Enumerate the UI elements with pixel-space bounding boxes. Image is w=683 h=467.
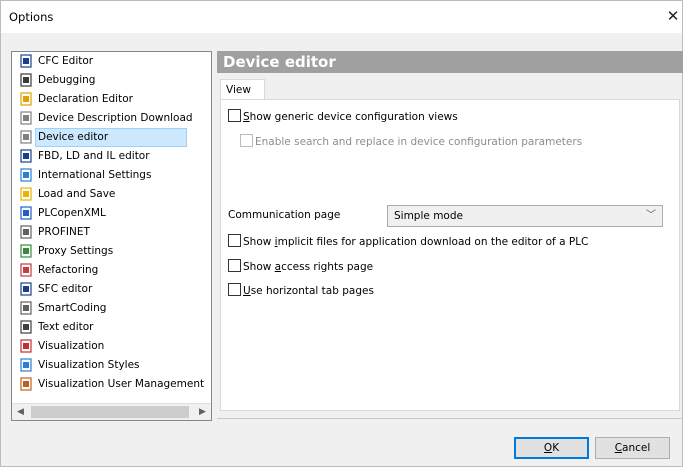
globe-icon [20, 168, 32, 182]
tree-item[interactable]: CFC Editor [12, 52, 211, 71]
tree-item-label: PROFINET [38, 226, 90, 238]
tab-content: Show generic device configuration views … [220, 99, 680, 411]
tree-item[interactable]: Device Description Download [12, 109, 211, 128]
tree-item[interactable]: Load and Save [12, 185, 211, 204]
visualization-styles-icon [20, 358, 32, 372]
tree-item[interactable]: SmartCoding [12, 299, 211, 318]
plcopenxml-icon [20, 206, 32, 220]
folder-icon [20, 187, 32, 201]
cfc-editor-icon [20, 54, 32, 68]
scroll-left-icon[interactable]: ◀ [12, 404, 29, 420]
tree-item[interactable]: Proxy Settings [12, 242, 211, 261]
tree-item[interactable]: PLCopenXML [12, 204, 211, 223]
tree-item-label: PLCopenXML [38, 207, 106, 219]
horizontal-scrollbar[interactable]: ◀ ▶ [12, 403, 211, 420]
device-editor-icon [20, 130, 32, 144]
communication-page-select[interactable]: Simple mode ﹀ [387, 205, 663, 227]
cancel-button[interactable]: Cancel [595, 437, 670, 459]
device-download-icon [20, 111, 32, 125]
tree-item[interactable]: Visualization Styles [12, 356, 211, 375]
scroll-thumb[interactable] [31, 406, 189, 418]
access-rights-checkbox[interactable]: Show access rights page [228, 259, 373, 275]
tree-item-label: Refactoring [38, 264, 99, 276]
horizontal-tabs-checkbox[interactable]: Use horizontal tab pages [228, 283, 374, 299]
tree-item-label: Proxy Settings [38, 245, 114, 257]
ok-button[interactable]: OK [514, 437, 589, 459]
tree-item-label: Declaration Editor [38, 93, 133, 105]
title-bar: Options ✕ [1, 1, 682, 33]
tree-item[interactable]: SFC editor [12, 280, 211, 299]
tree-item[interactable]: Visualization User Management [12, 375, 211, 394]
fbd-editor-icon [20, 149, 32, 163]
tree-item-label: International Settings [38, 169, 152, 181]
tab-view[interactable]: View [220, 79, 265, 100]
refactoring-icon [20, 263, 32, 277]
visualization-icon [20, 339, 32, 353]
tree-item-label: FBD, LD and IL editor [38, 150, 150, 162]
tree-item[interactable]: Refactoring [12, 261, 211, 280]
checkbox-box[interactable] [228, 234, 241, 247]
tree-item[interactable]: Declaration Editor [12, 90, 211, 109]
checkbox-box [240, 134, 253, 147]
tab-strip: View [217, 79, 683, 100]
checkbox-box[interactable] [228, 259, 241, 272]
chevron-down-icon: ﹀ [646, 210, 656, 221]
smartcoding-icon [20, 301, 32, 315]
tree-item-label: Debugging [38, 74, 96, 86]
tree-item-label: Device Description Download [38, 112, 193, 124]
tree-item[interactable]: Text editor [12, 318, 211, 337]
user-management-icon [20, 377, 32, 391]
divider [217, 418, 683, 419]
options-dialog: Options ✕ CFC Editor Debugging Declaration… [0, 0, 683, 467]
tree-item[interactable]: International Settings [12, 166, 211, 185]
tree-item[interactable]: Visualization [12, 337, 211, 356]
tree-item[interactable]: Debugging [12, 71, 211, 90]
tree-item-label: Visualization [38, 340, 105, 352]
generic-views-checkbox[interactable]: Show generic device configuration views [228, 109, 458, 125]
tree-item-label: Visualization Styles [38, 359, 140, 371]
tree-item[interactable]: FBD, LD and IL editor [12, 147, 211, 166]
scroll-right-icon[interactable]: ▶ [194, 404, 211, 420]
implicit-files-checkbox[interactable]: Show implicit files for application down… [228, 234, 588, 250]
sfc-editor-icon [20, 282, 32, 296]
tree-item[interactable]: PROFINET [12, 223, 211, 242]
close-icon[interactable]: ✕ [666, 7, 680, 25]
checkbox-box[interactable] [228, 109, 241, 122]
settings-panel: Device editor View Show generic device c… [217, 51, 683, 423]
communication-page-label: Communication page [228, 209, 341, 221]
tree-item[interactable]: Device editor [12, 128, 211, 147]
checkbox-box[interactable] [228, 283, 241, 296]
debugging-icon [20, 73, 32, 87]
text-editor-icon [20, 320, 32, 334]
tree-item-label: Text editor [38, 321, 94, 333]
panel-header: Device editor [217, 51, 683, 73]
tree-item-label: Visualization User Management [38, 378, 205, 390]
tree-item-label: SFC editor [38, 283, 93, 295]
category-list: CFC Editor Debugging Declaration Editor Dev… [12, 52, 211, 394]
profinet-icon [20, 225, 32, 239]
tree-item-label: CFC Editor [38, 55, 94, 67]
options-category-tree[interactable]: CFC Editor Debugging Declaration Editor Dev… [11, 51, 212, 421]
communication-page-value: Simple mode [394, 210, 463, 222]
declaration-editor-icon [20, 92, 32, 106]
tree-item-label: SmartCoding [38, 302, 107, 314]
tree-item-label: Device editor [35, 128, 187, 147]
proxy-icon [20, 244, 32, 258]
search-replace-checkbox: Enable search and replace in device conf… [240, 134, 582, 150]
tree-item-label: Load and Save [38, 188, 116, 200]
window-title: Options [9, 10, 54, 24]
